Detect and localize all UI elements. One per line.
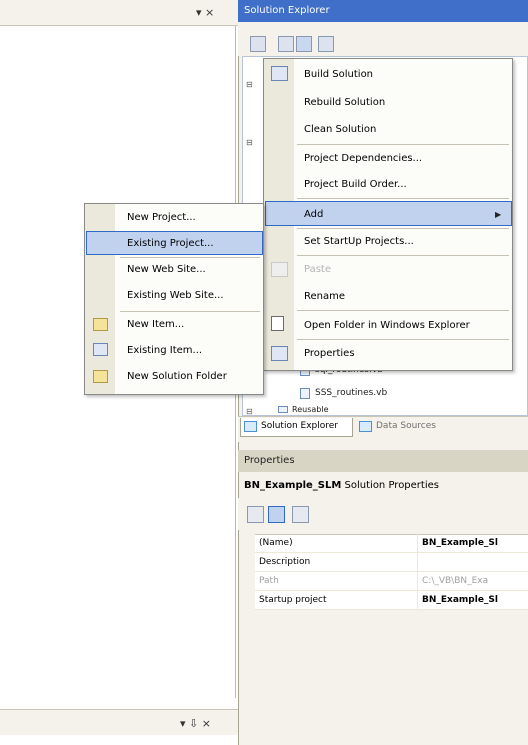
build-icon <box>271 66 288 81</box>
vb-file-icon <box>300 388 310 399</box>
menu-item-rebuild-solution[interactable]: Rebuild Solution <box>295 90 512 115</box>
bottom-pane-controls[interactable]: ▾ ⇩ × <box>180 717 211 730</box>
new-item-icon <box>93 318 108 331</box>
submenu-arrow-icon: ▶ <box>495 210 502 219</box>
tree-item[interactable]: SSS_routines.vb <box>315 388 387 398</box>
property-row[interactable]: Path C:\_VB\BN_Exa <box>242 572 528 591</box>
tree-item[interactable]: Reusable <box>292 405 328 414</box>
menu-item-rename[interactable]: Rename <box>295 284 512 309</box>
data-sources-icon <box>359 421 372 432</box>
menu-separator <box>297 198 509 199</box>
refresh-icon[interactable] <box>296 36 312 52</box>
collapse-icon[interactable]: ⊟ <box>246 80 253 89</box>
property-row[interactable]: Description <box>242 553 528 572</box>
left-pane-header: ▾ × <box>0 0 238 26</box>
view-class-diagram-icon[interactable] <box>318 36 334 52</box>
menu-item-project-dependencies[interactable]: Project Dependencies... <box>295 146 512 171</box>
submenu-item-new-item[interactable]: New Item... <box>116 313 263 337</box>
menu-separator <box>297 310 509 311</box>
categorized-icon[interactable] <box>247 506 264 523</box>
open-folder-icon <box>271 316 284 331</box>
menu-item-clean-solution[interactable]: Clean Solution <box>295 117 512 142</box>
menu-separator <box>120 311 260 312</box>
collapse-icon[interactable]: ⊟ <box>246 138 253 147</box>
menu-item-paste: Paste <box>304 264 331 275</box>
solution-explorer-title: Solution Explorer <box>238 0 528 22</box>
pane-controls[interactable]: ▾ × <box>196 6 214 19</box>
collapse-icon[interactable]: ⊟ <box>246 407 253 416</box>
properties-toolbar-icon[interactable] <box>250 36 266 52</box>
submenu-item-existing-web-site[interactable]: Existing Web Site... <box>116 284 263 308</box>
solution-explorer-icon <box>244 421 257 432</box>
menu-item-add[interactable]: Add <box>265 201 512 226</box>
submenu-item-new-project[interactable]: New Project... <box>116 206 263 230</box>
bottom-tool-window-header: ▾ ⇩ × <box>0 709 238 735</box>
property-pages-icon[interactable] <box>292 506 309 523</box>
submenu-item-new-web-site[interactable]: New Web Site... <box>116 258 263 282</box>
tab-data-sources[interactable]: Data Sources <box>356 418 456 437</box>
alphabetical-icon[interactable] <box>268 506 285 523</box>
project-icon <box>278 406 288 413</box>
menu-item-set-startup-projects[interactable]: Set StartUp Projects... <box>295 229 512 254</box>
properties-object-selector[interactable]: BN_Example_SLM Solution Properties <box>238 476 528 496</box>
property-row[interactable]: (Name) BN_Example_Sl <box>242 534 528 553</box>
paste-icon <box>271 262 288 277</box>
tab-solution-explorer[interactable]: Solution Explorer <box>240 418 353 437</box>
menu-item-properties[interactable]: Properties <box>295 341 512 366</box>
menu-item-open-folder-in-windows-explorer[interactable]: Open Folder in Windows Explorer <box>295 313 512 338</box>
submenu-item-existing-project[interactable]: Existing Project... <box>86 231 263 255</box>
menu-item-project-build-order[interactable]: Project Build Order... <box>295 172 512 197</box>
menu-separator <box>297 255 509 256</box>
submenu-item-existing-item[interactable]: Existing Item... <box>116 339 263 363</box>
menu-separator <box>297 144 509 145</box>
properties-title: Properties <box>238 450 528 472</box>
submenu-item-new-solution-folder[interactable]: New Solution Folder <box>116 365 263 389</box>
menu-item-build-solution[interactable]: Build Solution <box>295 62 512 87</box>
properties-icon <box>271 346 288 361</box>
show-all-files-icon[interactable] <box>278 36 294 52</box>
existing-item-icon <box>93 343 108 356</box>
ide-window: ▾ × ▾ ⇩ × Solution Explorer ⊟ ⊟ sql_rout… <box>0 0 528 745</box>
solution-folder-icon <box>93 370 108 383</box>
property-row[interactable]: Startup project BN_Example_Sl <box>242 591 528 610</box>
menu-separator <box>297 339 509 340</box>
